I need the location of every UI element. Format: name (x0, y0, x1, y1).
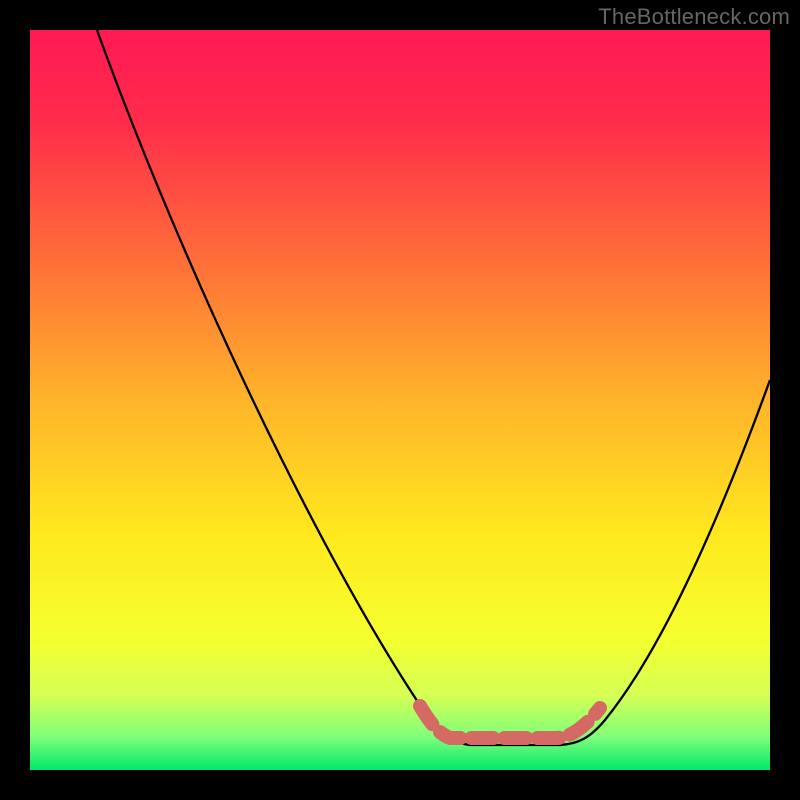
watermark-text: TheBottleneck.com (598, 4, 790, 30)
gradient-plot-area (30, 30, 770, 770)
bottleneck-chart (0, 0, 800, 800)
